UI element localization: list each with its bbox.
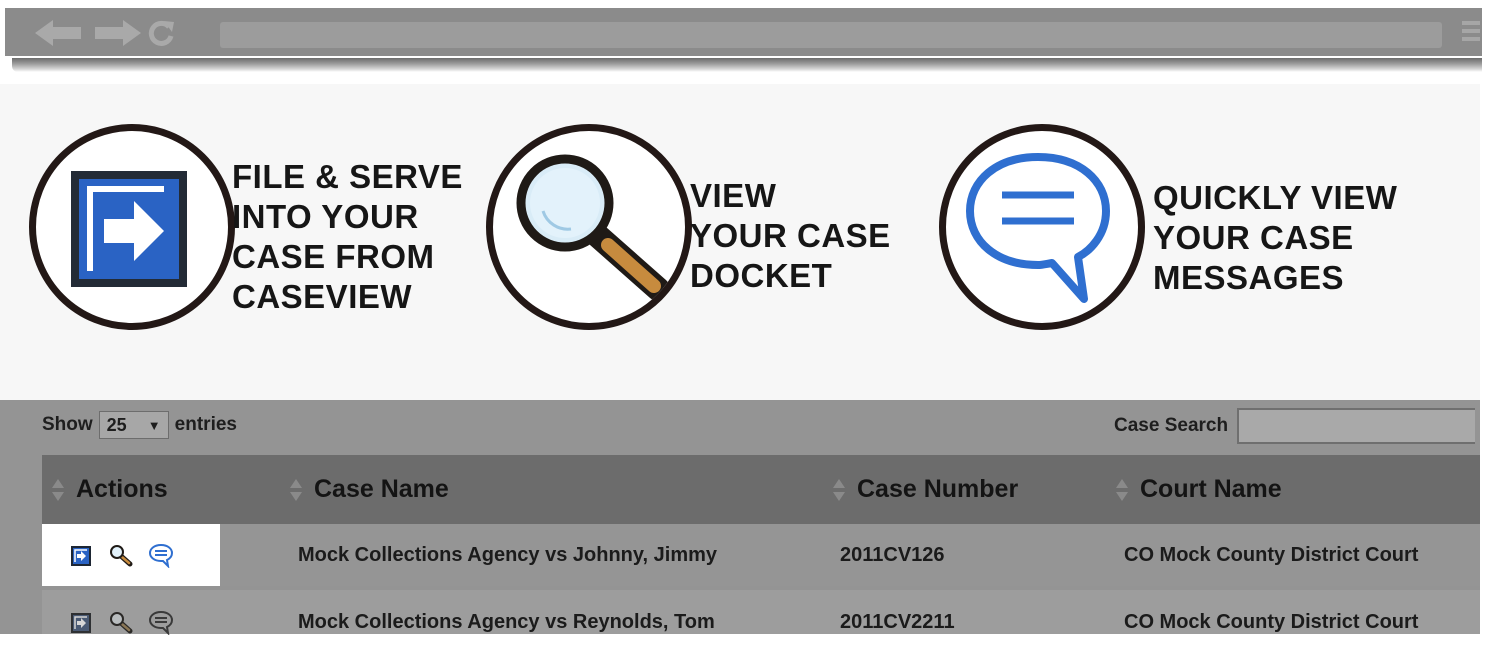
court-name-cell: CO Mock County District Court <box>1124 610 1419 633</box>
file-serve-icon[interactable] <box>68 542 94 568</box>
court-name-cell: CO Mock County District Court <box>1124 543 1419 566</box>
file-serve-arrow-icon <box>71 171 187 287</box>
feature-text-file-serve: FILE & SERVE INTO YOUR CASE FROM CASEVIE… <box>232 158 463 315</box>
dropdown-arrow-icon: ▼ <box>147 417 161 433</box>
table-header: Actions Case Name Case Number Court Name <box>42 455 1480 524</box>
toolbar-shadow <box>12 58 1482 72</box>
case-name-cell[interactable]: Mock Collections Agency vs Johnny, Jimmy <box>298 524 717 586</box>
case-number-cell: 2011CV126 <box>840 543 945 566</box>
file-serve-icon[interactable] <box>68 609 94 635</box>
feature-circle-file-serve <box>29 124 235 330</box>
sort-icon <box>1116 477 1128 503</box>
row-actions <box>42 590 220 654</box>
magnifying-glass-icon <box>516 154 670 301</box>
feature-circle-messages <box>939 124 1145 330</box>
docket-magnifier-icon[interactable] <box>108 609 134 635</box>
browser-toolbar <box>5 8 1482 56</box>
column-header-actions[interactable]: Actions <box>52 455 168 524</box>
menu-icon[interactable] <box>1462 21 1480 43</box>
sort-icon <box>290 477 302 503</box>
case-search-input[interactable] <box>1237 408 1476 444</box>
table-row: Mock Collections Agency vs Reynolds, Tom… <box>42 590 1480 635</box>
messages-bubble-icon[interactable] <box>148 542 174 568</box>
row-actions <box>42 524 220 586</box>
sort-icon <box>52 477 64 503</box>
browser-nav <box>35 18 177 48</box>
reload-icon[interactable] <box>147 18 177 48</box>
column-header-case-number[interactable]: Case Number <box>833 455 1018 524</box>
docket-magnifier-icon[interactable] <box>108 542 134 568</box>
page-size-value: 25 <box>106 414 127 435</box>
show-label: Show <box>42 414 93 435</box>
address-bar[interactable] <box>220 22 1442 48</box>
entries-label: entries <box>174 414 237 435</box>
feature-text-messages: QUICKLY VIEW YOUR CASE MESSAGES <box>1153 179 1398 296</box>
table-row: Mock Collections Agency vs Johnny, Jimmy… <box>42 524 1480 586</box>
case-search-label: Case Search <box>1114 415 1229 436</box>
sort-icon <box>833 477 845 503</box>
messages-bubble-icon[interactable] <box>148 609 174 635</box>
case-name-cell[interactable]: Mock Collections Agency vs Reynolds, Tom <box>298 590 715 654</box>
page-size-select[interactable]: 25 ▼ <box>98 411 169 439</box>
feature-text-docket: VIEW YOUR CASE DOCKET <box>690 177 891 294</box>
case-number-cell: 2011CV2211 <box>840 610 955 633</box>
column-header-case-name[interactable]: Case Name <box>290 455 449 524</box>
feature-circle-docket <box>486 124 692 330</box>
back-arrow-icon[interactable] <box>35 18 85 48</box>
column-header-court-name[interactable]: Court Name <box>1116 455 1282 524</box>
speech-bubble-icon <box>966 153 1110 303</box>
case-search: Case Search <box>1114 408 1476 444</box>
page-size-control: Show 25 ▼ entries <box>42 410 237 440</box>
forward-arrow-icon[interactable] <box>91 18 141 48</box>
